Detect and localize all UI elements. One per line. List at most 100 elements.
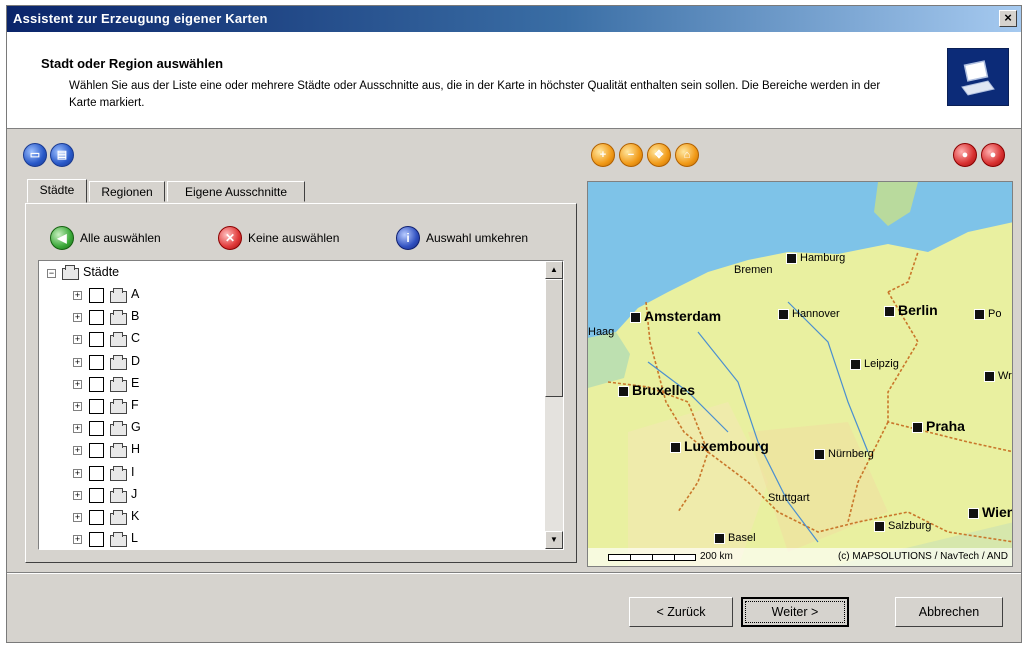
expand-icon[interactable]: + bbox=[73, 468, 82, 478]
cancel-button[interactable]: Abbrechen bbox=[895, 597, 1003, 627]
tree-item-row[interactable]: + G bbox=[39, 418, 543, 438]
item-checkbox[interactable] bbox=[89, 421, 104, 437]
tree-item-label: L bbox=[131, 531, 138, 546]
item-checkbox[interactable] bbox=[89, 510, 104, 525]
map-city: Wr bbox=[984, 370, 1012, 382]
map-city: Basel bbox=[714, 532, 756, 544]
deselect-all-button[interactable]: ✕ Keine auswählen bbox=[218, 226, 378, 250]
scroll-thumb[interactable] bbox=[545, 279, 563, 397]
expand-icon[interactable]: + bbox=[73, 490, 82, 500]
select-all-icon: ◀ bbox=[50, 226, 74, 250]
select-all-label: Alle auswählen bbox=[80, 231, 161, 245]
close-button[interactable]: × bbox=[999, 10, 1017, 27]
folder-icon bbox=[109, 288, 127, 303]
folder-icon bbox=[61, 265, 79, 280]
map-city: Luxembourg bbox=[670, 438, 769, 454]
item-checkbox[interactable] bbox=[89, 310, 104, 326]
tab-eigene-ausschnitte[interactable]: Eigene Ausschnitte bbox=[167, 181, 305, 202]
folder-icon bbox=[109, 465, 127, 481]
info-icon[interactable]: ● bbox=[953, 143, 977, 167]
invert-selection-label: Auswahl umkehren bbox=[426, 231, 529, 245]
tree-item-row[interactable]: + L bbox=[39, 529, 543, 549]
item-checkbox[interactable] bbox=[89, 399, 104, 414]
header-title: Stadt oder Region auswählen bbox=[41, 56, 224, 71]
tab-panel: ◀ Alle auswählen ✕ Keine auswählen i Aus… bbox=[25, 203, 577, 563]
invert-selection-button[interactable]: i Auswahl umkehren bbox=[396, 226, 566, 250]
tree-item-row[interactable]: + J bbox=[39, 485, 543, 505]
expand-icon[interactable]: + bbox=[73, 357, 82, 367]
tree-root-row[interactable]: − Städte bbox=[39, 263, 543, 283]
tab-staedte[interactable]: Städte bbox=[27, 179, 87, 203]
tree-scrollbar[interactable]: ▲ ▼ bbox=[545, 261, 563, 549]
folder-icon bbox=[109, 443, 127, 459]
tree-item-row[interactable]: + F bbox=[39, 396, 543, 416]
tree-item-row[interactable]: + A bbox=[39, 285, 543, 305]
expand-icon[interactable]: + bbox=[73, 313, 82, 323]
item-checkbox[interactable] bbox=[89, 487, 104, 503]
next-button[interactable]: Weiter > bbox=[741, 597, 849, 627]
deselect-all-label: Keine auswählen bbox=[248, 231, 340, 245]
expand-icon[interactable]: + bbox=[73, 446, 82, 456]
map-city: Hamburg bbox=[786, 252, 845, 264]
scale-bar bbox=[608, 554, 696, 561]
folder-icon bbox=[109, 354, 127, 370]
pan-icon[interactable]: ✥ bbox=[647, 143, 671, 167]
expand-icon[interactable]: + bbox=[73, 513, 82, 522]
back-button[interactable]: < Zurück bbox=[629, 597, 733, 627]
map-city: Stuttgart bbox=[768, 492, 810, 504]
tree-content: − Städte + A + B + C + D + E + F + G + H + I + J + K + L bbox=[39, 261, 543, 549]
scroll-up-button[interactable]: ▲ bbox=[545, 261, 563, 279]
expand-icon[interactable]: + bbox=[73, 424, 82, 434]
map-view[interactable]: Hamburg Bremen Amsterdam Hannover Berlin… bbox=[587, 181, 1013, 567]
item-checkbox[interactable] bbox=[89, 376, 104, 392]
expand-icon[interactable]: + bbox=[73, 535, 82, 545]
folder-icon bbox=[109, 310, 127, 326]
map-city: Wien bbox=[968, 504, 1012, 520]
tree-item-row[interactable]: + E bbox=[39, 374, 543, 394]
expand-icon[interactable]: + bbox=[73, 402, 82, 411]
device-icon bbox=[947, 48, 1009, 106]
city-tree[interactable]: − Städte + A + B + C + D + E + F + G + H + I + J + K + L ▲ ▼ bbox=[38, 260, 564, 550]
item-checkbox[interactable] bbox=[89, 465, 104, 481]
map-city: Amsterdam bbox=[630, 308, 721, 324]
tree-item-label: B bbox=[131, 309, 140, 324]
title-bar: Assistent zur Erzeugung eigener Karten × bbox=[7, 6, 1021, 32]
map-copyright: (c) MAPSOLUTIONS / NavTech / AND bbox=[837, 551, 1008, 562]
expand-icon[interactable]: + bbox=[73, 291, 82, 300]
tab-regionen[interactable]: Regionen bbox=[89, 181, 165, 202]
window-title: Assistent zur Erzeugung eigener Karten bbox=[13, 11, 268, 26]
item-checkbox[interactable] bbox=[89, 354, 104, 370]
tree-item-row[interactable]: + I bbox=[39, 463, 543, 483]
tree-item-row[interactable]: + D bbox=[39, 352, 543, 372]
map-city: Hannover bbox=[778, 308, 840, 320]
tree-item-label: K bbox=[131, 509, 140, 523]
map-footer: 200 km (c) MAPSOLUTIONS / NavTech / AND bbox=[588, 548, 1012, 566]
map-city: Haag bbox=[588, 326, 615, 338]
map-city: Bruxelles bbox=[618, 382, 695, 398]
expand-icon[interactable]: + bbox=[73, 379, 82, 389]
help-icon[interactable]: ● bbox=[981, 143, 1005, 167]
tree-item-row[interactable]: + K bbox=[39, 507, 543, 527]
folder-icon bbox=[109, 421, 127, 437]
tree-item-label: H bbox=[131, 442, 141, 457]
new-icon[interactable]: ▭ bbox=[23, 143, 47, 167]
select-all-button[interactable]: ◀ Alle auswählen bbox=[50, 226, 200, 250]
tree-item-row[interactable]: + B bbox=[39, 307, 543, 327]
scroll-down-button[interactable]: ▼ bbox=[545, 531, 563, 549]
collapse-icon[interactable]: − bbox=[47, 269, 56, 278]
tree-item-row[interactable]: + C bbox=[39, 329, 543, 349]
item-checkbox[interactable] bbox=[89, 332, 104, 348]
map-city: Nürnberg bbox=[814, 448, 874, 460]
map-city: Bremen bbox=[734, 264, 773, 276]
item-checkbox[interactable] bbox=[89, 443, 104, 459]
tree-item-row[interactable]: + H bbox=[39, 440, 543, 460]
save-icon[interactable]: ▤ bbox=[50, 143, 74, 167]
zoom-in-icon[interactable]: + bbox=[591, 143, 615, 167]
expand-icon[interactable]: + bbox=[73, 335, 82, 345]
wizard-footer: < Zurück Weiter > Abbrechen bbox=[7, 572, 1021, 642]
deselect-all-icon: ✕ bbox=[218, 226, 242, 250]
zoom-out-icon[interactable]: − bbox=[619, 143, 643, 167]
item-checkbox[interactable] bbox=[89, 288, 104, 303]
item-checkbox[interactable] bbox=[89, 532, 104, 548]
fit-icon[interactable]: ⌂ bbox=[675, 143, 699, 167]
